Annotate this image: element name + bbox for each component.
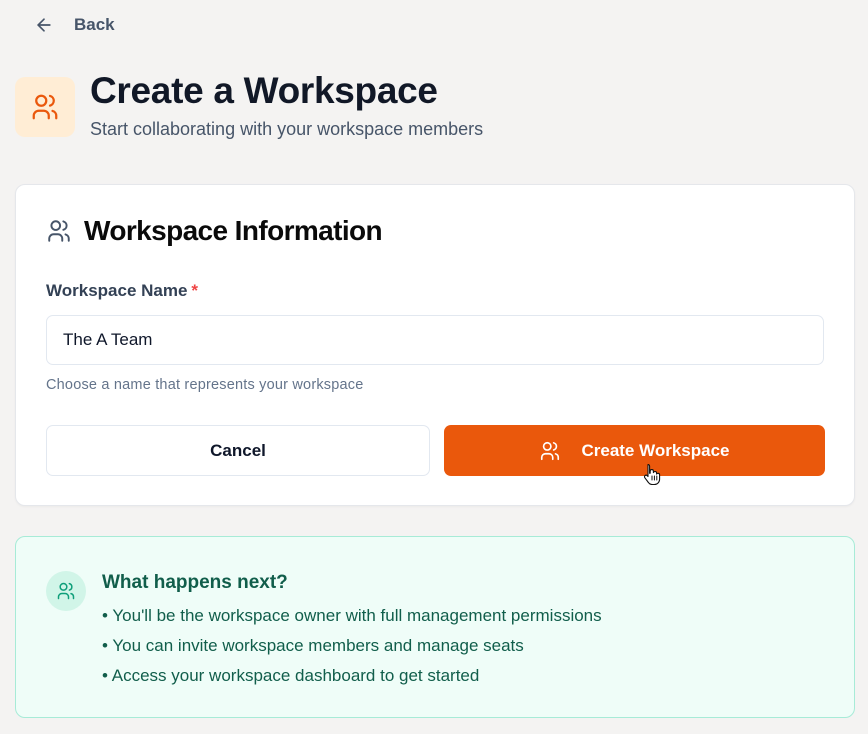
back-link[interactable]: Back bbox=[34, 10, 115, 40]
required-marker: * bbox=[191, 281, 199, 300]
workspace-name-label-text: Workspace Name bbox=[46, 281, 188, 300]
info-icon-circle bbox=[46, 571, 86, 611]
list-item: You can invite workspace members and man… bbox=[102, 634, 602, 664]
users-icon bbox=[46, 218, 72, 244]
hand-pointer-icon bbox=[643, 463, 661, 485]
page-title: Create a Workspace bbox=[90, 70, 438, 111]
header-icon-box bbox=[15, 77, 75, 137]
arrow-left-icon bbox=[34, 15, 54, 35]
next-steps-title: What happens next? bbox=[102, 572, 288, 593]
back-label: Back bbox=[74, 15, 115, 34]
workspace-name-input[interactable] bbox=[46, 315, 824, 365]
list-item: You'll be the workspace owner with full … bbox=[102, 604, 601, 634]
next-steps-list: You'll be the workspace owner with full … bbox=[102, 604, 602, 694]
users-icon bbox=[30, 92, 60, 122]
workspace-info-card: Workspace Information Workspace Name* Ch… bbox=[15, 184, 855, 506]
workspace-name-label: Workspace Name * bbox=[46, 281, 198, 301]
create-workspace-button[interactable]: Create Workspace bbox=[444, 425, 825, 476]
users-icon bbox=[56, 581, 76, 601]
page-subtitle: Start collaborating with your workspace … bbox=[90, 119, 484, 139]
cancel-button[interactable]: Cancel bbox=[46, 425, 430, 476]
card-title: Workspace Information bbox=[84, 215, 383, 246]
workspace-name-helper: Choose a name that represents your works… bbox=[46, 377, 364, 393]
create-workspace-label: Create Workspace bbox=[581, 440, 730, 460]
next-steps-panel: What happens next? You'll be the workspa… bbox=[15, 536, 855, 718]
list-item: Access your workspace dashboard to get s… bbox=[102, 664, 602, 694]
card-title-row: Workspace Information bbox=[46, 215, 383, 247]
users-icon bbox=[539, 440, 561, 462]
